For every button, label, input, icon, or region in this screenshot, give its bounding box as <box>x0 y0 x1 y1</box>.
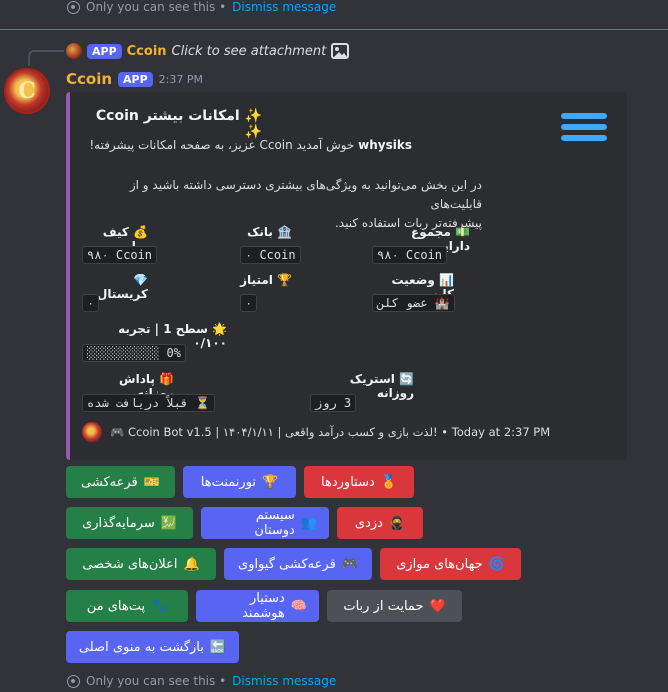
bell-icon: 🔔 <box>183 556 200 572</box>
back-icon: 🔙 <box>209 639 227 655</box>
field-value-daily-streak: 3 روز <box>310 394 357 412</box>
ticket-icon: 🎫 <box>143 474 160 490</box>
field-value-score: ۰ <box>240 294 258 312</box>
brain-icon: 🧠 <box>290 598 307 614</box>
button-label: قرعه‌کشی گیواوی <box>238 556 336 572</box>
friends-system-button[interactable]: 👥 سیستم دوستان <box>201 507 329 539</box>
embed-greeting: whysiks خوش آمدید Ccoin عزیز، به صفحه ام… <box>82 138 412 152</box>
description-line: در این بخش می‌توانید به ویژگی‌های بیشتری… <box>129 178 482 211</box>
embed-footer: 🎮 Ccoin Bot v1.5 | ۱۴۰۴/۱/۱۱ | لذت بازی … <box>82 422 550 442</box>
achievements-button[interactable]: 🏅 دستاوردها <box>304 466 414 498</box>
button-label: دستاوردها <box>321 474 375 490</box>
field-label-bank: 🏦 بانک <box>247 225 292 239</box>
field-value-wallet: ۹۸۰ Ccoin <box>82 246 158 264</box>
smart-assistant-button[interactable]: 🧠 دستیار هوشمند <box>196 590 319 622</box>
lottery-button[interactable]: 🎫 قرعه‌کشی <box>66 466 175 498</box>
cyclone-icon: 🌀 <box>488 556 505 572</box>
trophy-icon: 🏆 <box>262 474 279 490</box>
greeting-text: خوش آمدید Ccoin عزیز، به صفحه امکانات پی… <box>89 138 359 152</box>
button-label: قرعه‌کشی <box>81 474 138 490</box>
field-value-crystal: ۰ <box>82 294 100 312</box>
giveaway-button[interactable]: 🎮 قرعه‌کشی گیواوی <box>224 548 372 580</box>
author-name[interactable]: Ccoin <box>66 70 112 88</box>
paw-icon: 🐾 <box>151 598 168 614</box>
people-icon: 👥 <box>300 515 317 531</box>
theft-button[interactable]: 🥷 دزدی <box>337 507 423 539</box>
button-label: جهان‌های موازی <box>396 556 483 572</box>
field-value-total-assets: ۹۸۰ Ccoin <box>372 246 448 264</box>
footer-icon <box>82 422 102 442</box>
new-messages-divider <box>0 29 668 30</box>
eye-icon <box>67 0 80 14</box>
reply-preview[interactable]: APP Ccoin Click to see attachment <box>66 43 350 59</box>
reply-avatar <box>66 43 82 59</box>
reply-connector <box>28 50 64 66</box>
dismiss-link[interactable]: Dismiss message <box>232 674 336 688</box>
ninja-icon: 🥷 <box>388 515 406 531</box>
button-label: اعلان‌های شخصی <box>82 556 178 572</box>
button-label: پت‌های من <box>86 598 146 614</box>
medal-icon: 🏅 <box>380 474 397 490</box>
ephemeral-text: Only you can see this • <box>86 674 227 688</box>
footer-text: 🎮 Ccoin Bot v1.5 | ۱۴۰۴/۱/۱۱ | لذت بازی … <box>110 425 551 439</box>
chart-icon: 💹 <box>160 515 177 531</box>
ephemeral-notice-top: Only you can see this • Dismiss message <box>67 0 336 14</box>
button-label: تورنمنت‌ها <box>200 474 257 490</box>
my-pets-button[interactable]: 🐾 پت‌های من <box>66 590 188 622</box>
ephemeral-notice-bottom: Only you can see this • Dismiss message <box>67 674 336 688</box>
button-label: سیستم دوستان <box>254 508 295 538</box>
eye-icon <box>67 674 80 688</box>
field-value-level-progress: ░░░░░░░░░░ 0% <box>82 344 186 362</box>
reply-app-badge: APP <box>87 43 122 59</box>
message-header: Ccoin APP 2:37 PM <box>66 70 203 88</box>
button-label: دستیار هوشمند <box>242 591 285 621</box>
embed-title: ✨ امکانات بیشتر Ccoin ✨ <box>95 108 262 140</box>
menu-thumbnail-icon <box>561 113 607 146</box>
button-label: سرمایه‌گذاری <box>82 515 155 531</box>
button-label: بازگشت به منوی اصلی <box>78 639 204 655</box>
field-value-bank: ۰ Ccoin <box>240 246 301 264</box>
greeting-user: whysiks <box>358 138 412 152</box>
tournaments-button[interactable]: 🏆 تورنمنت‌ها <box>183 466 296 498</box>
investment-button[interactable]: 💹 سرمایه‌گذاری <box>66 507 193 539</box>
reply-text: Click to see attachment <box>171 43 327 59</box>
reply-author: Ccoin <box>126 43 167 59</box>
field-value-clan-status: 🏰 عضو کلن <box>372 294 455 312</box>
back-to-main-menu-button[interactable]: 🔙 بازگشت به منوی اصلی <box>66 631 239 663</box>
support-bot-button[interactable]: ❤️ حمایت از ربات <box>327 590 462 622</box>
button-label: حمایت از ربات <box>343 598 424 614</box>
gamepad-icon: 🎮 <box>341 556 358 572</box>
field-label-score: 🏆 امتیاز <box>240 273 292 287</box>
parallel-worlds-button[interactable]: 🌀 جهان‌های موازی <box>380 548 521 580</box>
dismiss-link[interactable]: Dismiss message <box>232 0 336 14</box>
ephemeral-text: Only you can see this • <box>86 0 227 14</box>
message-time: 2:37 PM <box>158 72 203 86</box>
heart-icon: ❤️ <box>429 598 446 614</box>
personal-notifications-button[interactable]: 🔔 اعلان‌های شخصی <box>66 548 216 580</box>
button-label: دزدی <box>354 515 383 531</box>
app-badge: APP <box>118 71 153 87</box>
author-avatar[interactable]: C <box>4 68 50 114</box>
image-icon <box>331 43 350 59</box>
field-value-daily-reward: ⏳ قبلاً دریافت شده <box>82 394 216 412</box>
